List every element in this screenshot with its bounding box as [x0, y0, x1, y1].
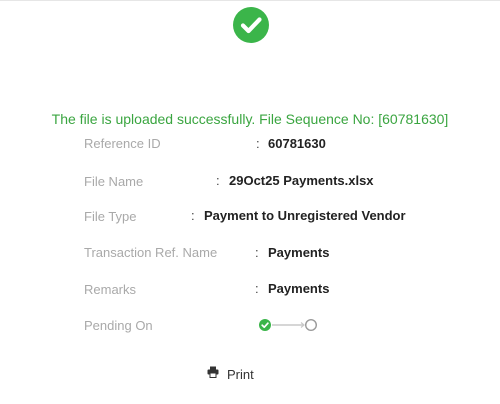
transaction-ref-name-label: Transaction Ref. Name	[84, 245, 218, 260]
print-label: Print	[227, 366, 254, 382]
file-name-colon: :	[216, 173, 220, 188]
remarks-label: Remarks	[84, 282, 137, 297]
file-name-value: 29Oct25 Payments.xlsx	[229, 173, 374, 188]
remarks-value: Payments	[268, 281, 330, 296]
step-pending-icon	[305, 318, 318, 332]
print-button[interactable]: Print	[207, 365, 254, 383]
file-name-label: File Name	[84, 174, 144, 189]
pending-on-progress	[258, 318, 318, 332]
reference-id-colon: :	[256, 136, 260, 151]
remarks-colon: :	[255, 281, 259, 296]
reference-id-value: 60781630	[268, 136, 326, 151]
reference-id-label: Reference ID	[84, 136, 161, 151]
file-type-label: File Type	[84, 209, 137, 224]
transaction-ref-name-value: Payments	[268, 245, 330, 260]
step-complete-icon	[259, 319, 271, 331]
transaction-ref-name-colon: :	[255, 245, 259, 260]
pending-on-label: Pending On	[84, 318, 153, 333]
top-divider	[0, 0, 500, 1]
upload-success-message: The file is uploaded successfully. File …	[51, 111, 449, 127]
printer-icon	[207, 365, 219, 383]
check-circle-icon	[233, 7, 269, 43]
file-type-colon: :	[191, 208, 195, 223]
file-type-value: Payment to Unregistered Vendor	[204, 208, 406, 223]
